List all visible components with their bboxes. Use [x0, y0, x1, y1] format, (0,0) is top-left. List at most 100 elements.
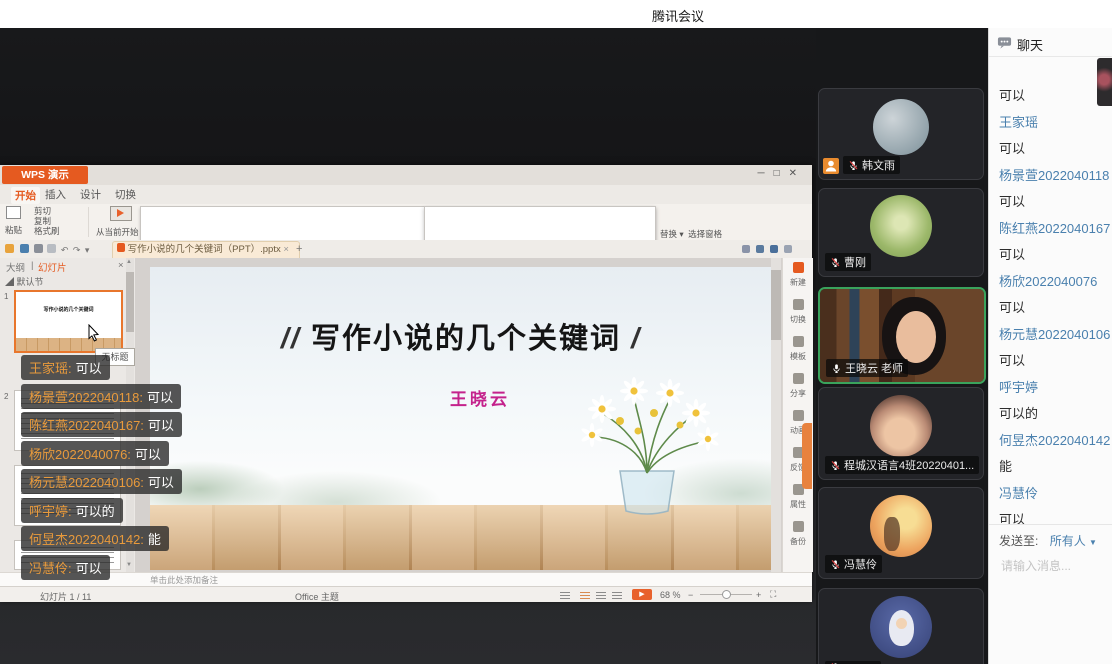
slide-sorter-view-icon[interactable] — [596, 591, 606, 599]
replace-button[interactable]: 替换 ▾ — [660, 229, 684, 239]
slide2-number: 2 — [4, 392, 8, 401]
video-tile[interactable]: 程城汉语言4班20220401... — [818, 387, 984, 480]
chat-sender-name: 杨元慧2022040106 — [989, 322, 1112, 349]
sidebar-item-backup[interactable]: 备份 — [783, 517, 813, 554]
slides-tab[interactable]: 幻灯片 — [38, 260, 67, 274]
chat-message-text: 能 — [989, 454, 1112, 481]
video-tile-active-speaker[interactable]: 王晓云 老师 — [818, 287, 986, 384]
minimize-icon[interactable]: ─ — [757, 168, 773, 179]
os-titlebar: 腾讯会议 — [0, 0, 1112, 28]
print-icon[interactable] — [34, 244, 43, 253]
collab-icon-3[interactable] — [770, 245, 778, 253]
tab-insert[interactable]: 插入 — [45, 187, 66, 202]
selection-pane-button[interactable]: 选择窗格 — [688, 229, 722, 239]
host-badge-icon — [823, 158, 839, 174]
collab-icon-2[interactable] — [756, 245, 764, 253]
zoom-slider-knob[interactable] — [722, 590, 731, 599]
wps-quick-access-bar: ↶ ↷ ▾ 写作小说的几个关键词（PPT）.pptx × + — [0, 240, 812, 259]
overlay-message: 杨景萱2022040118:可以 — [21, 384, 181, 409]
zoom-in-icon[interactable]: + — [756, 590, 761, 600]
section-header[interactable]: ◢ 默认节 — [5, 275, 44, 288]
wps-app-button[interactable]: WPS 演示 — [2, 166, 88, 184]
new-document-tab-icon[interactable]: + — [296, 243, 302, 255]
close-icon[interactable]: ✕ — [789, 168, 806, 179]
panel-close-icon[interactable]: × — [118, 260, 124, 271]
document-tab[interactable]: 写作小说的几个关键词（PPT）.pptx × — [112, 241, 300, 259]
side-panel-pull-tab[interactable] — [802, 423, 812, 489]
theme-name[interactable]: Office 主题 — [295, 590, 339, 603]
tab-design[interactable]: 设计 — [80, 187, 101, 202]
sidebar-item-share[interactable]: 分享 — [783, 369, 813, 406]
floating-video-thumbnail[interactable] — [1097, 58, 1112, 106]
scroll-down-icon[interactable]: ▼ — [126, 562, 132, 568]
slide-thumbnail-1[interactable]: 写作小说的几个关键词 — [14, 290, 123, 353]
sidebar-item-template[interactable]: 模板 — [783, 332, 813, 369]
chat-message-text: 可以 — [989, 83, 1112, 110]
redo-icon[interactable]: ↷ — [73, 245, 81, 255]
quickbar-dropdown-icon[interactable]: ▾ — [85, 245, 90, 255]
canvas-scrollbar-thumb[interactable] — [771, 270, 781, 340]
chat-sender-name: 何昱杰2022040142 — [989, 428, 1112, 455]
chat-panel: 聊天 可以 王家瑶 可以 杨景萱2022040118 可以 陈红燕2022040… — [988, 28, 1112, 664]
overlay-message: 杨元慧2022040106:可以 — [21, 469, 182, 494]
reading-view-icon[interactable] — [612, 591, 622, 599]
collab-icon-4[interactable] — [784, 245, 792, 253]
copy-button[interactable]: 复制 — [34, 216, 60, 226]
notes-toggle-icon[interactable] — [560, 591, 570, 599]
zoom-out-icon[interactable]: − — [688, 590, 693, 600]
paste-button[interactable]: 粘贴 — [5, 206, 22, 236]
backup-icon — [793, 521, 804, 532]
notes-area[interactable]: 单击此处添加备注 — [0, 572, 812, 586]
outline-tab[interactable]: 大纲 — [6, 260, 25, 274]
save-icon[interactable] — [20, 244, 29, 253]
chat-message-text: 可以 — [989, 507, 1112, 534]
mic-muted-icon — [830, 257, 841, 268]
tab-transition[interactable]: 切换 — [115, 187, 136, 202]
chat-message-list[interactable]: 可以 王家瑶 可以 杨景萱2022040118 可以 陈红燕2022040167… — [989, 56, 1112, 534]
mic-muted-icon — [830, 559, 841, 570]
participant-name-chip: 王晓云 老师 — [826, 359, 908, 377]
video-tile[interactable] — [818, 588, 984, 664]
participant-name-chip: 韩文雨 — [843, 156, 900, 174]
slideshow-play-button[interactable]: ▶ — [632, 589, 652, 600]
new-icon — [793, 262, 804, 273]
wps-ribbon: 粘贴 剪切 复制 格式刷 从当前开始 ▾ 新建幻灯片 ▾ 版式 ▾ 重置 节 ▾… — [0, 204, 812, 241]
play-from-current-button[interactable]: 从当前开始 ▾ — [96, 206, 145, 238]
scroll-up-icon[interactable]: ▲ — [126, 259, 132, 265]
overlay-message: 王家瑶:可以 — [21, 355, 110, 380]
fullscreen-icon[interactable]: ⛶ — [770, 589, 776, 600]
chat-sender-name: 杨景萱2022040118 — [989, 163, 1112, 190]
normal-view-icon[interactable] — [580, 591, 590, 599]
preview-icon[interactable] — [47, 244, 56, 253]
send-to-selector[interactable]: 所有人 ▼ — [1050, 534, 1097, 548]
sidebar-item-new[interactable]: 新建 — [783, 258, 813, 295]
open-folder-icon[interactable] — [5, 244, 14, 253]
mic-muted-icon — [830, 460, 841, 471]
cut-button[interactable]: 剪切 — [34, 206, 60, 216]
undo-icon[interactable]: ↶ — [61, 245, 69, 255]
avatar — [870, 596, 932, 658]
slide-title: // 写作小说的几个关键词 / — [150, 315, 772, 357]
wps-side-toolbar: 新建 切换 模板 分享 动画 反馈 属性 备份 — [782, 258, 813, 572]
thumbnail-scrollbar-thumb[interactable] — [126, 272, 134, 332]
maximize-icon[interactable]: □ — [774, 168, 789, 179]
mouse-cursor — [88, 324, 100, 342]
video-tile[interactable]: 冯慧伶 — [818, 487, 984, 579]
clipboard-group: 剪切 复制 格式刷 — [34, 206, 60, 236]
video-tile[interactable]: 曹刚 — [818, 188, 984, 277]
format-painter-button[interactable]: 格式刷 — [34, 226, 60, 236]
chat-message-text: 可以 — [989, 242, 1112, 269]
collab-icon-1[interactable] — [742, 245, 750, 253]
wps-window-controls[interactable]: ─□✕ — [757, 168, 806, 179]
template-icon — [793, 336, 804, 347]
tab-home[interactable]: 开始 — [11, 187, 40, 204]
doc-tab-close-icon[interactable]: × — [283, 244, 289, 255]
video-tile[interactable]: 韩文雨 — [818, 88, 984, 180]
slide-canvas[interactable]: // 写作小说的几个关键词 / 王晓云 — [135, 258, 782, 572]
sidebar-item-switch[interactable]: 切换 — [783, 295, 813, 332]
slide[interactable]: // 写作小说的几个关键词 / 王晓云 — [150, 267, 772, 570]
slide1-number: 1 — [4, 292, 8, 301]
chat-message-input[interactable] — [999, 558, 1109, 574]
mic-muted-icon — [848, 160, 859, 171]
chat-bubble-icon — [997, 35, 1012, 50]
